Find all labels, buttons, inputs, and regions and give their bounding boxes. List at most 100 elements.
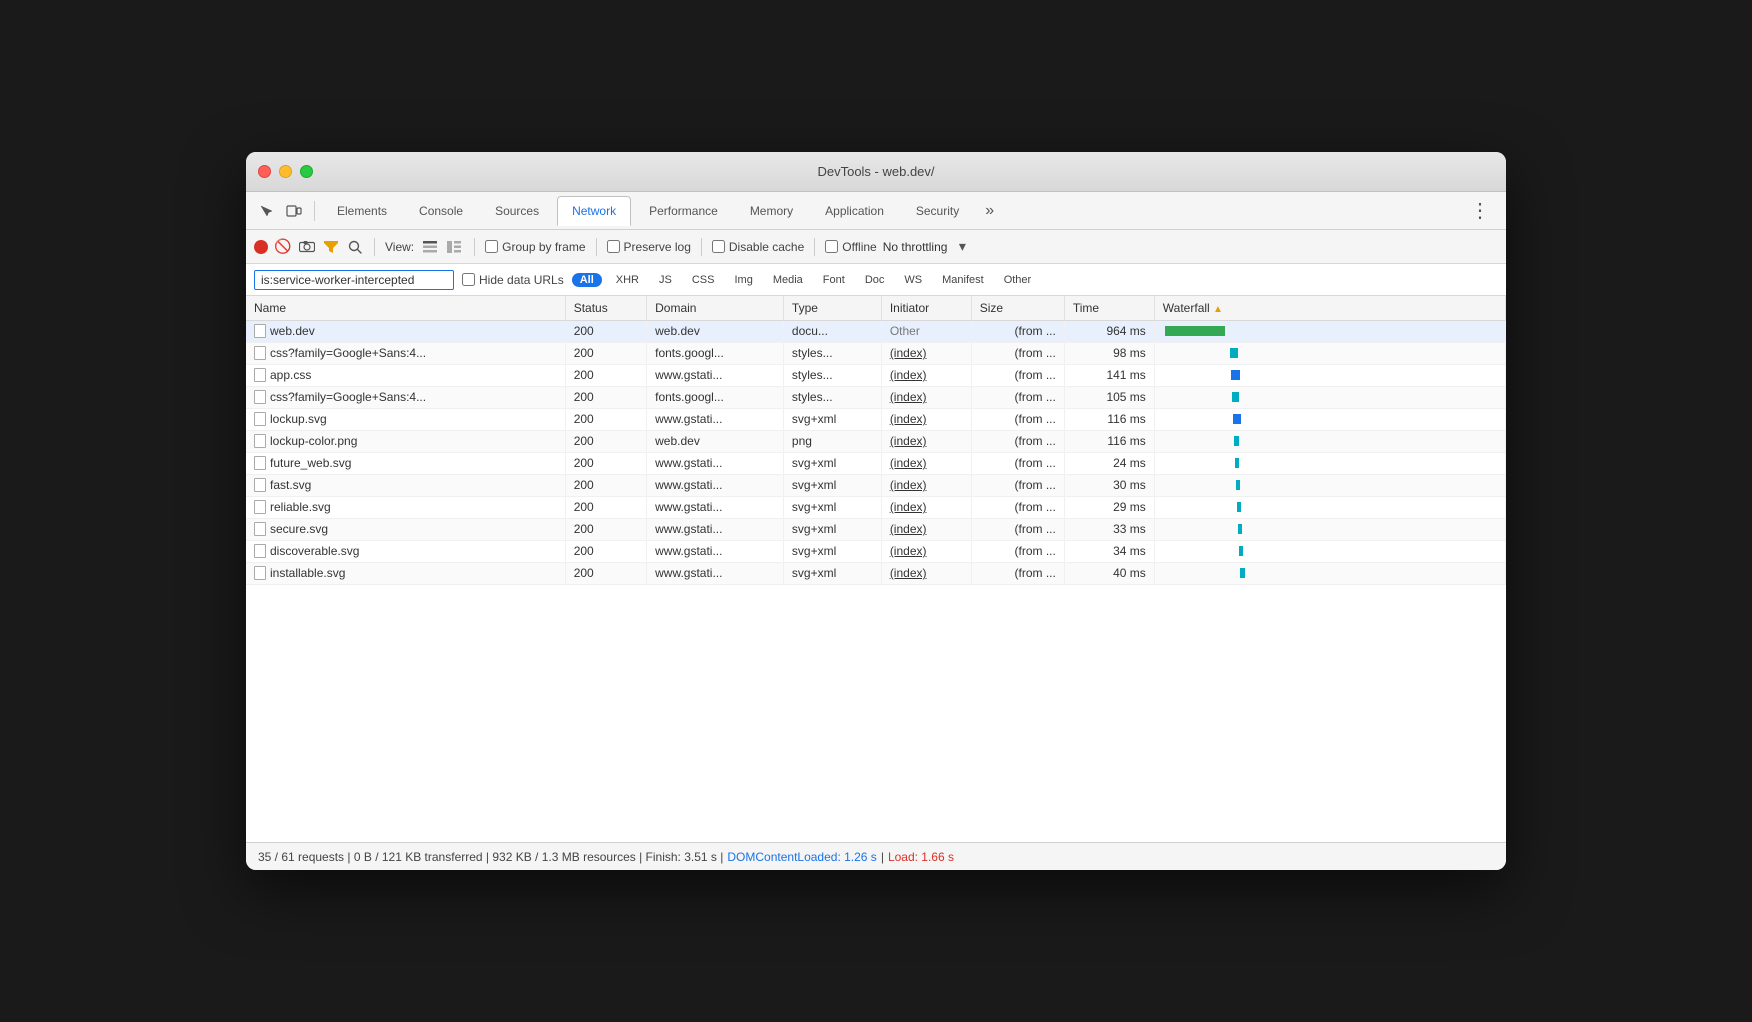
ws-filter-button[interactable]: WS <box>898 273 928 287</box>
cell-size: (from ... <box>971 386 1064 408</box>
manifest-filter-button[interactable]: Manifest <box>936 273 990 287</box>
col-status[interactable]: Status <box>565 296 646 320</box>
tab-console[interactable]: Console <box>405 198 477 224</box>
cell-time: 116 ms <box>1064 430 1154 452</box>
cell-type: svg+xml <box>783 518 881 540</box>
cell-time: 33 ms <box>1064 518 1154 540</box>
file-icon <box>254 346 266 360</box>
preserve-log-label[interactable]: Preserve log <box>607 240 691 254</box>
col-initiator[interactable]: Initiator <box>881 296 971 320</box>
table-row[interactable]: reliable.svg 200 www.gstati... svg+xml (… <box>246 496 1506 518</box>
css-filter-button[interactable]: CSS <box>686 273 721 287</box>
file-icon <box>254 544 266 558</box>
cell-size: (from ... <box>971 474 1064 496</box>
cursor-icon[interactable] <box>254 199 278 223</box>
cell-name: discoverable.svg <box>246 540 565 562</box>
offline-label[interactable]: Offline <box>825 240 876 254</box>
table-row[interactable]: future_web.svg 200 www.gstati... svg+xml… <box>246 452 1506 474</box>
separator-net-3 <box>596 238 597 256</box>
table-row[interactable]: fast.svg 200 www.gstati... svg+xml (inde… <box>246 474 1506 496</box>
js-filter-button[interactable]: JS <box>653 273 678 287</box>
cell-status: 200 <box>565 342 646 364</box>
offline-checkbox[interactable] <box>825 240 838 253</box>
font-filter-button[interactable]: Font <box>817 273 851 287</box>
filter-input[interactable] <box>254 270 454 290</box>
view-label: View: <box>385 240 414 254</box>
xhr-filter-button[interactable]: XHR <box>610 273 645 287</box>
tab-network[interactable]: Network <box>557 196 631 226</box>
cell-size: (from ... <box>971 430 1064 452</box>
tab-application[interactable]: Application <box>811 198 898 224</box>
network-table-container[interactable]: Name Status Domain Type Initiator Size T… <box>246 296 1506 842</box>
cell-waterfall <box>1154 474 1505 496</box>
all-filter-button[interactable]: All <box>572 273 602 287</box>
tab-sources[interactable]: Sources <box>481 198 553 224</box>
table-row[interactable]: css?family=Google+Sans:4... 200 fonts.go… <box>246 386 1506 408</box>
group-by-frame-label[interactable]: Group by frame <box>485 240 585 254</box>
cell-waterfall <box>1154 320 1505 342</box>
camera-icon[interactable] <box>298 238 316 256</box>
media-filter-button[interactable]: Media <box>767 273 809 287</box>
cell-time: 30 ms <box>1064 474 1154 496</box>
table-row[interactable]: css?family=Google+Sans:4... 200 fonts.go… <box>246 342 1506 364</box>
doc-filter-button[interactable]: Doc <box>859 273 891 287</box>
cell-type: svg+xml <box>783 474 881 496</box>
search-icon[interactable] <box>346 238 364 256</box>
minimize-button[interactable] <box>279 165 292 178</box>
more-tabs-button[interactable]: » <box>977 202 1002 220</box>
list-view-icon[interactable] <box>420 237 440 257</box>
tab-security[interactable]: Security <box>902 198 973 224</box>
cell-status: 200 <box>565 474 646 496</box>
col-waterfall[interactable]: Waterfall ▲ <box>1154 296 1505 320</box>
traffic-lights <box>258 165 313 178</box>
table-row[interactable]: app.css 200 www.gstati... styles... (ind… <box>246 364 1506 386</box>
file-icon <box>254 434 266 448</box>
col-domain[interactable]: Domain <box>647 296 784 320</box>
tab-memory[interactable]: Memory <box>736 198 807 224</box>
other-filter-button[interactable]: Other <box>998 273 1038 287</box>
disable-cache-label[interactable]: Disable cache <box>712 240 804 254</box>
table-row[interactable]: lockup.svg 200 www.gstati... svg+xml (in… <box>246 408 1506 430</box>
cell-domain: www.gstati... <box>647 540 784 562</box>
hide-data-urls-label[interactable]: Hide data URLs <box>462 273 564 287</box>
cell-name: secure.svg <box>246 518 565 540</box>
hide-data-urls-checkbox[interactable] <box>462 273 475 286</box>
table-row[interactable]: web.dev 200 web.dev docu... Other (from … <box>246 320 1506 342</box>
col-name[interactable]: Name <box>246 296 565 320</box>
table-row[interactable]: installable.svg 200 www.gstati... svg+xm… <box>246 562 1506 584</box>
table-row[interactable]: secure.svg 200 www.gstati... svg+xml (in… <box>246 518 1506 540</box>
img-filter-button[interactable]: Img <box>728 273 758 287</box>
col-type[interactable]: Type <box>783 296 881 320</box>
record-button[interactable] <box>254 240 268 254</box>
cell-waterfall <box>1154 430 1505 452</box>
cell-domain: www.gstati... <box>647 364 784 386</box>
cell-status: 200 <box>565 386 646 408</box>
cell-initiator: (index) <box>881 452 971 474</box>
devtools-menu-button[interactable]: ⋮ <box>1462 198 1498 223</box>
file-icon <box>254 566 266 580</box>
col-size[interactable]: Size <box>971 296 1064 320</box>
filter-icon[interactable] <box>322 238 340 256</box>
throttling-dropdown-icon[interactable]: ▾ <box>953 238 971 256</box>
detail-view-icon[interactable] <box>444 237 464 257</box>
cell-size: (from ... <box>971 408 1064 430</box>
cell-initiator: (index) <box>881 474 971 496</box>
cell-initiator: (index) <box>881 518 971 540</box>
col-time[interactable]: Time <box>1064 296 1154 320</box>
group-by-frame-checkbox[interactable] <box>485 240 498 253</box>
cell-initiator: (index) <box>881 408 971 430</box>
preserve-log-checkbox[interactable] <box>607 240 620 253</box>
tab-performance[interactable]: Performance <box>635 198 732 224</box>
table-row[interactable]: lockup-color.png 200 web.dev png (index)… <box>246 430 1506 452</box>
cell-waterfall <box>1154 386 1505 408</box>
close-button[interactable] <box>258 165 271 178</box>
table-row[interactable]: discoverable.svg 200 www.gstati... svg+x… <box>246 540 1506 562</box>
disable-cache-checkbox[interactable] <box>712 240 725 253</box>
cell-time: 964 ms <box>1064 320 1154 342</box>
cell-domain: fonts.googl... <box>647 342 784 364</box>
tab-elements[interactable]: Elements <box>323 198 401 224</box>
table-header: Name Status Domain Type Initiator Size T… <box>246 296 1506 320</box>
clear-button[interactable]: 🚫 <box>274 238 292 256</box>
device-mode-icon[interactable] <box>282 199 306 223</box>
maximize-button[interactable] <box>300 165 313 178</box>
